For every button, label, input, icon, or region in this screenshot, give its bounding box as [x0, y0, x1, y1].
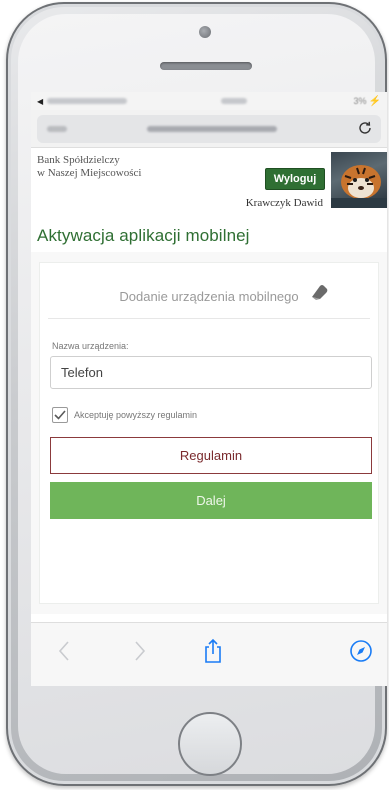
accept-terms-label: Akceptuję powyższy regulamin [74, 410, 198, 420]
front-camera [199, 26, 211, 38]
carrier-blurred [47, 98, 128, 104]
bank-name-line1: Bank Spółdzielczy [37, 154, 120, 166]
user-avatar-tiger-image [331, 152, 387, 208]
url-blurred [147, 126, 277, 132]
user-name: Krawczyk Dawid [245, 197, 323, 209]
browser-bottom-toolbar [31, 622, 387, 686]
back-arrow-icon[interactable] [51, 637, 79, 665]
back-to-app-icon: ◀ [37, 96, 44, 106]
browser-address-area [31, 110, 387, 148]
page-title: Aktywacja aplikacji mobilnej [37, 226, 250, 245]
bank-header: Bank Spółdzielczy w Naszej Miejscowości … [31, 148, 387, 218]
status-bar: ◀ 3% ⚡ [31, 92, 387, 110]
accept-terms-checkbox[interactable] [52, 407, 68, 423]
status-center [147, 98, 321, 104]
eraser-icon [312, 285, 328, 300]
phone-screen: ◀ 3% ⚡ Bank Spółdzielczy w Naszej Miejsc… [31, 92, 387, 686]
device-name-input[interactable] [50, 356, 372, 389]
next-button[interactable]: Dalej [50, 482, 372, 519]
status-left: ◀ [37, 97, 147, 106]
earpiece-speaker [160, 62, 252, 70]
compass-icon[interactable] [347, 637, 375, 665]
checkmark-icon [54, 410, 66, 420]
divider [48, 318, 370, 319]
reload-icon[interactable] [357, 120, 373, 136]
status-right: 3% ⚡ [321, 96, 381, 107]
bank-name-line2: w Naszej Miejscowości [37, 167, 142, 179]
accept-terms-row[interactable]: Akceptuję powyższy regulamin [52, 407, 197, 423]
share-icon[interactable] [199, 637, 227, 665]
battery-percent: 3% [353, 96, 367, 106]
bank-name: Bank Spółdzielczy w Naszej Miejscowości [37, 154, 187, 180]
address-bar[interactable] [37, 115, 381, 143]
home-button[interactable] [178, 712, 242, 776]
device-name-label: Nazwa urządzenia: [52, 341, 129, 351]
forward-arrow-icon[interactable] [125, 637, 153, 665]
charging-icon: ⚡ [368, 95, 381, 107]
form-card: Dodanie urządzenia mobilnego Nazwa urząd… [39, 262, 379, 604]
terms-button[interactable]: Regulamin [50, 437, 372, 474]
content-area: Dodanie urządzenia mobilnego Nazwa urząd… [31, 252, 387, 614]
logout-button[interactable]: Wyloguj [265, 168, 325, 190]
time-blurred [221, 98, 247, 104]
reader-button-blurred[interactable] [47, 126, 67, 132]
